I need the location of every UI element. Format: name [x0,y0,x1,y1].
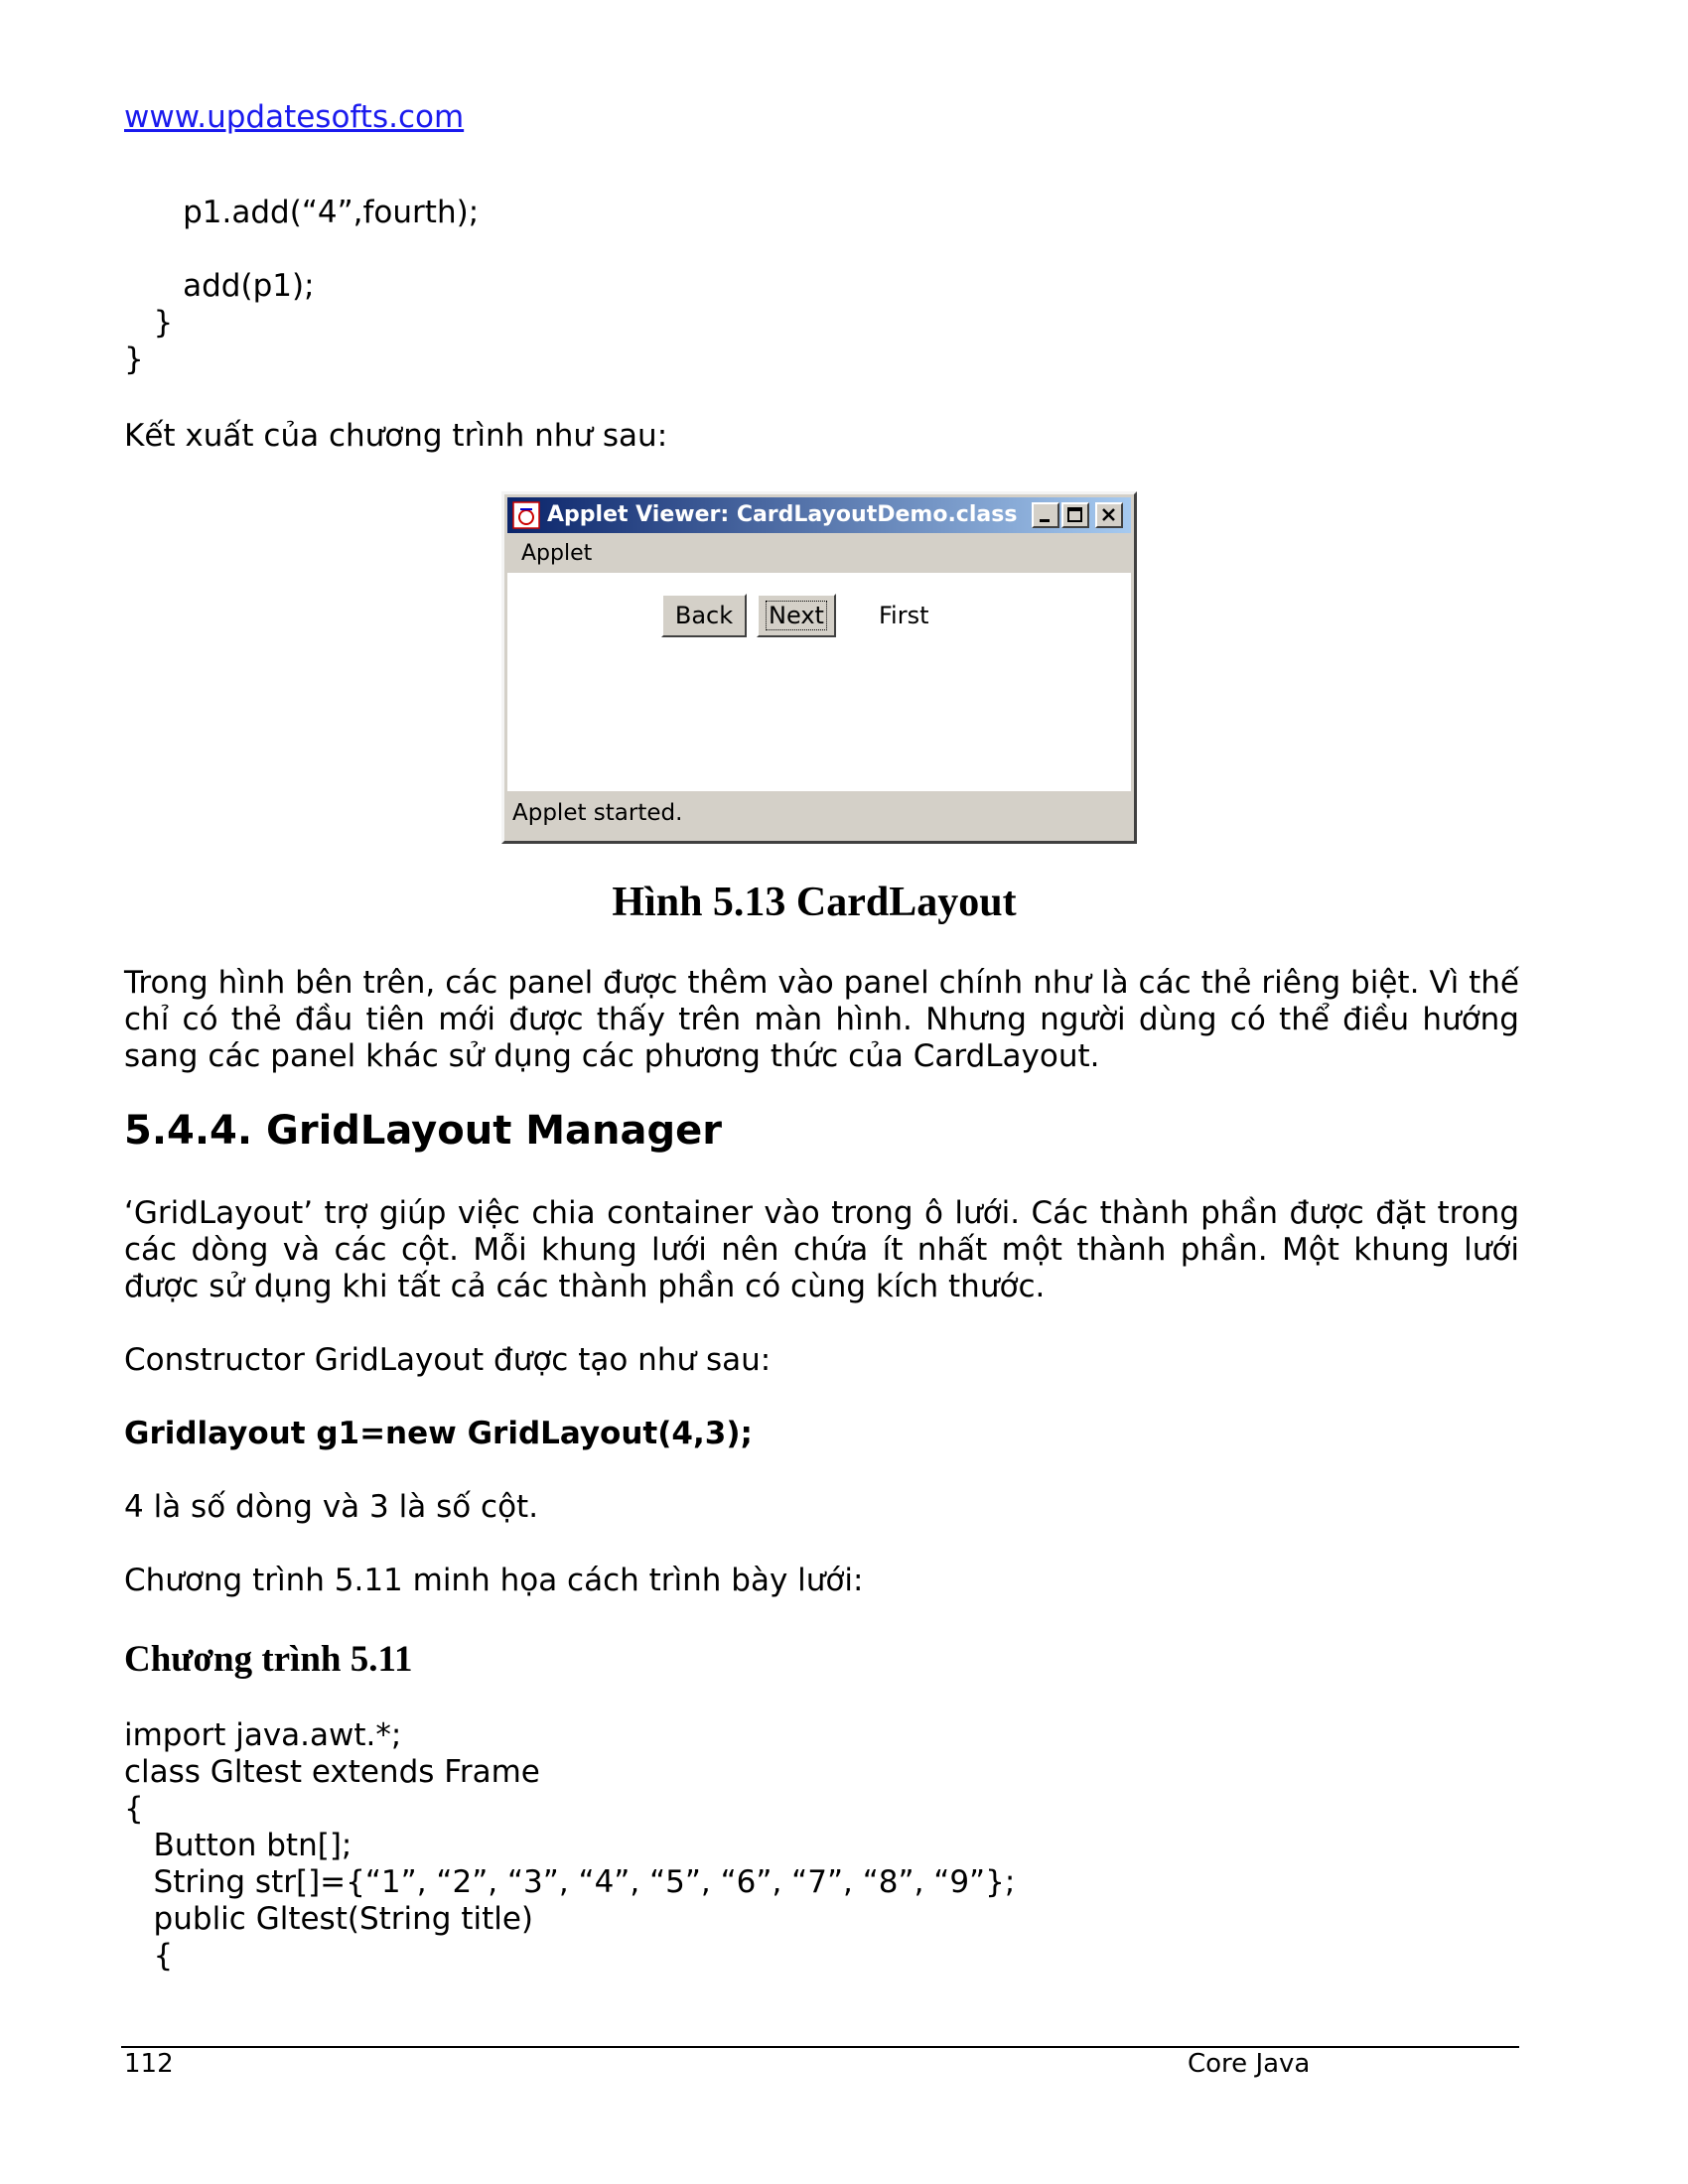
constructor-intro: Constructor GridLayout được tạo như sau: [124,1342,772,1378]
code-line: add(p1); [124,268,315,304]
code-bottom: import java.awt.*; class Gltest extends … [124,1717,1015,1975]
title-bar: Applet Viewer: CardLayoutDemo.class [507,497,1131,533]
menu-bar: Applet [507,533,1131,571]
window-title: Applet Viewer: CardLayoutDemo.class [547,502,1018,527]
next-button-label: Next [766,601,827,630]
program-intro: Chương trình 5.11 minh họa cách trình bà… [124,1563,864,1598]
page-number: 112 [124,2049,174,2079]
back-button-label: Back [674,602,734,629]
section-heading: 5.4.4. GridLayout Manager [124,1108,722,1154]
next-button[interactable]: Next [757,594,836,637]
paragraph-cardlayout: Trong hình bên trên, các panel được thêm… [124,965,1519,1074]
paragraph-gridlayout: ‘GridLayout’ trợ giúp việc chia containe… [124,1195,1519,1304]
code-line: public Gltest(String title) [124,1901,534,1937]
back-button[interactable]: Back [661,594,747,637]
close-button[interactable] [1095,502,1123,528]
close-icon [1102,508,1115,521]
code-top: p1.add(“4”,fourth); add(p1); } } [124,195,479,378]
code-line: } [124,341,144,377]
applet-panel: Back Next First [507,573,1131,791]
maximize-button[interactable] [1061,502,1089,528]
footer-rule [121,2046,1519,2048]
status-text: Applet started. [512,800,683,826]
applet-window: Applet Viewer: CardLayoutDemo.class Appl… [501,491,1137,844]
minimize-button[interactable] [1032,502,1059,528]
java-applet-icon [512,501,540,529]
site-link[interactable]: www.updatesofts.com [124,99,464,135]
code-line: class Gltest extends Frame [124,1754,540,1790]
constructor-code: Gridlayout g1=new GridLayout(4,3); [124,1416,753,1451]
code-line: p1.add(“4”,fourth); [124,195,480,230]
book-title: Core Java [1188,2049,1311,2079]
minimize-icon [1040,519,1050,522]
code-line: { [124,1938,174,1974]
rows-cols-note: 4 là số dòng và 3 là số cột. [124,1489,539,1525]
menu-applet[interactable]: Applet [521,541,592,566]
code-line: String str[]={“1”, “2”, “3”, “4”, “5”, “… [124,1864,1016,1900]
code-line: } [124,305,174,341]
program-heading: Chương trình 5.11 [124,1639,413,1680]
maximize-icon [1067,507,1082,522]
code-line: import java.awt.*; [124,1717,402,1753]
code-line: { [124,1791,144,1827]
card-label: First [879,602,929,629]
output-intro: Kết xuất của chương trình như sau: [124,418,668,454]
figure-caption: Hình 5.13 CardLayout [612,880,1017,925]
code-line: Button btn[]; [124,1828,352,1863]
